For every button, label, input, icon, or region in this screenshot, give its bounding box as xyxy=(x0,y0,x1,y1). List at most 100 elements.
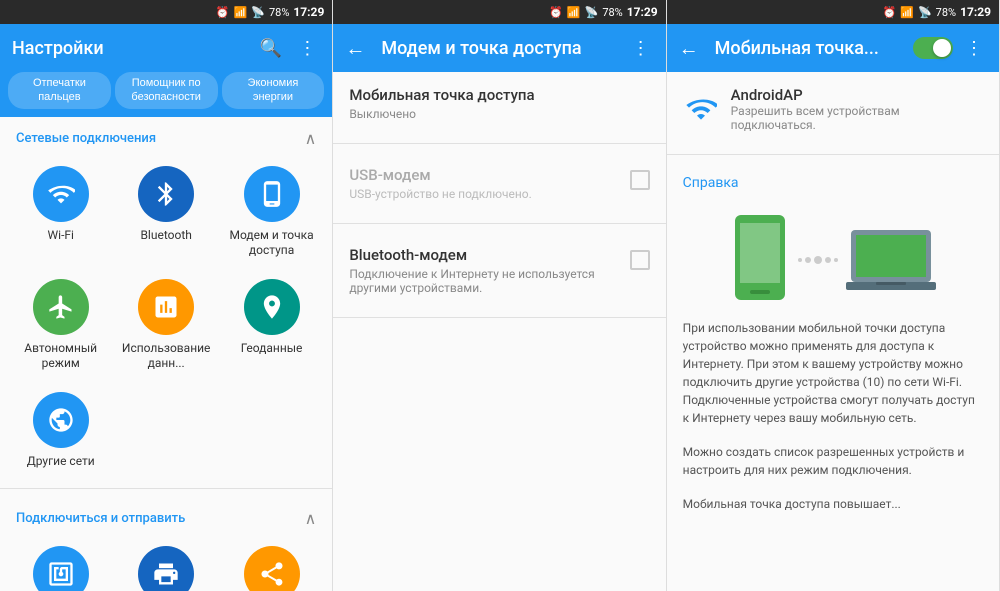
wifi-circle xyxy=(33,166,89,222)
usb-modem-item[interactable]: USB-модем USB-устройство не подключено. xyxy=(333,152,665,215)
more-icons-grid: Другие сети xyxy=(0,382,332,480)
divider-1 xyxy=(0,488,332,489)
mobile-hotspot-title: Мобильная точка доступа xyxy=(349,86,649,104)
help-text-2: Можно создать список разрешенных устройс… xyxy=(667,439,999,483)
modem-back-button[interactable]: ← xyxy=(345,36,365,61)
time-text: 17:29 xyxy=(293,5,324,19)
network-chevron-icon: ∧ xyxy=(305,129,317,148)
signal-icon: 📡 xyxy=(251,6,265,19)
help-title: Справка xyxy=(683,175,983,191)
airplane-icon xyxy=(47,293,75,321)
modem-divider-2 xyxy=(333,223,665,224)
hotspot-back-button[interactable]: ← xyxy=(679,36,699,61)
search-icon[interactable]: 🔍 xyxy=(256,34,286,63)
androidap-sub: Разрешить всем устройствам подключаться. xyxy=(731,104,983,132)
modem-content: Мобильная точка доступа Выключено USB-мо… xyxy=(333,72,665,591)
connect-icon-1[interactable] xyxy=(8,536,113,591)
connect-icon-3[interactable] xyxy=(219,536,324,591)
hotspot-content: AndroidAP Разрешить всем устройствам под… xyxy=(667,72,999,591)
data-usage-label: Исполь­зование данн... xyxy=(117,341,214,372)
help-text-1: При использовании мобильной точки доступ… xyxy=(667,315,999,431)
energy-shortcut[interactable]: Экономияэнергии xyxy=(222,72,325,109)
print-icon xyxy=(152,560,180,588)
status-bar-3: ⏰ 📶 📡 78% 17:29 xyxy=(667,0,999,24)
usb-modem-checkbox[interactable] xyxy=(630,170,650,190)
help-text-3: Мобильная точка доступа повышает... xyxy=(667,491,999,517)
other-networks-item[interactable]: Другие сети xyxy=(8,382,113,480)
wifi-label: Wi-Fi xyxy=(48,228,74,244)
airplane-circle xyxy=(33,279,89,335)
bluetooth-modem-sub: Подключение к Интернету не используется … xyxy=(349,267,629,295)
time-text-3: 17:29 xyxy=(960,5,991,19)
bluetooth-item[interactable]: Bluetooth xyxy=(113,156,218,269)
connect-chevron-icon: ∧ xyxy=(305,509,317,528)
modem-panel: ⏰ 📶 📡 78% 17:29 ← Модем и точка доступа … xyxy=(333,0,666,591)
status-bar-1: ⏰ 📶 📡 78% 17:29 xyxy=(0,0,332,24)
share-icon xyxy=(258,560,286,588)
androidap-item[interactable]: AndroidAP Разрешить всем устройствам под… xyxy=(667,72,999,146)
other-networks-icon xyxy=(47,406,75,434)
hotspot-panel: ⏰ 📶 📡 78% 17:29 ← Мобильная точка... ⋮ A… xyxy=(667,0,1000,591)
shortcuts-bar: Отпечаткипальцев Помощник побезопасности… xyxy=(0,72,332,117)
wifi-icon xyxy=(47,180,75,208)
hotspot-divider-1 xyxy=(667,154,999,155)
battery-text-3: 78% xyxy=(936,6,956,19)
wifi-status-icon: 📶 xyxy=(234,6,248,19)
wifi-status-icon-2: 📶 xyxy=(567,6,581,19)
modem-toolbar: ← Модем и точка доступа ⋮ xyxy=(333,24,665,72)
androidap-title: AndroidAP xyxy=(731,86,983,104)
bluetooth-modem-item[interactable]: Bluetooth-модем Подключение к Интернету … xyxy=(333,232,665,309)
network-section-header[interactable]: Сетевые подключения ∧ xyxy=(0,117,332,156)
battery-text-2: 78% xyxy=(602,6,622,19)
mobile-hotspot-item[interactable]: Мобильная точка доступа Выключено xyxy=(333,72,665,135)
alarm-icon: ⏰ xyxy=(216,6,230,19)
location-circle xyxy=(244,279,300,335)
signal-icon-3: 📡 xyxy=(918,6,932,19)
bluetooth-modem-title: Bluetooth-модем xyxy=(349,246,629,264)
security-shortcut[interactable]: Помощник побезопасности xyxy=(115,72,218,109)
signal-icon-2: 📡 xyxy=(585,6,599,19)
bluetooth-icon xyxy=(152,180,180,208)
dot-2 xyxy=(805,257,811,263)
modem-label: Модем и точка доступа xyxy=(223,228,320,259)
bluetooth-modem-checkbox[interactable] xyxy=(630,250,650,270)
usb-modem-title: USB-модем xyxy=(349,166,629,184)
other-networks-circle xyxy=(33,392,89,448)
dot-1 xyxy=(798,258,802,262)
airplane-label: Автономный режим xyxy=(12,341,109,372)
wifi-status-icon-3: 📶 xyxy=(900,6,914,19)
location-item[interactable]: Геоданные xyxy=(219,269,324,382)
connect-circle-2 xyxy=(138,546,194,591)
modem-title: Модем и точка доступа xyxy=(381,38,619,59)
other-networks-label: Другие сети xyxy=(27,454,95,470)
data-usage-item[interactable]: Исполь­зование данн... xyxy=(113,269,218,382)
connect-icon-2[interactable] xyxy=(113,536,218,591)
help-section: Справка xyxy=(667,163,999,205)
status-bar-2: ⏰ 📶 📡 78% 17:29 xyxy=(333,0,665,24)
settings-title: Настройки xyxy=(12,38,248,59)
connect-icons-grid xyxy=(0,536,332,591)
dot-4 xyxy=(825,257,831,263)
hotspot-title: Мобильная точка... xyxy=(715,38,905,59)
connect-circle-3 xyxy=(244,546,300,591)
location-icon xyxy=(258,293,286,321)
hotspot-toggle[interactable] xyxy=(913,37,953,59)
modem-more-icon[interactable]: ⋮ xyxy=(628,34,654,63)
connect-section-header[interactable]: Подключиться и отправить ∧ xyxy=(0,497,332,536)
more-icon[interactable]: ⋮ xyxy=(294,34,320,63)
airplane-item[interactable]: Автономный режим xyxy=(8,269,113,382)
hotspot-more-icon[interactable]: ⋮ xyxy=(961,34,987,63)
ap-icon xyxy=(685,93,717,125)
network-icons-grid: Wi-Fi Bluetooth Модем и точка доступа xyxy=(0,156,332,382)
androidap-content: AndroidAP Разрешить всем устройствам под… xyxy=(731,86,983,132)
location-label: Геоданные xyxy=(241,341,303,357)
modem-divider-1 xyxy=(333,143,665,144)
wifi-item[interactable]: Wi-Fi xyxy=(8,156,113,269)
fingerprints-shortcut[interactable]: Отпечаткипальцев xyxy=(8,72,111,109)
settings-panel: ⏰ 📶 📡 78% 17:29 Настройки 🔍 ⋮ Отпечаткип… xyxy=(0,0,333,591)
connect-section-title: Подключиться и отправить xyxy=(16,511,185,526)
connection-dots xyxy=(798,256,838,264)
illustration xyxy=(667,205,999,315)
mobile-hotspot-sub: Выключено xyxy=(349,107,649,121)
modem-item[interactable]: Модем и точка доступа xyxy=(219,156,324,269)
